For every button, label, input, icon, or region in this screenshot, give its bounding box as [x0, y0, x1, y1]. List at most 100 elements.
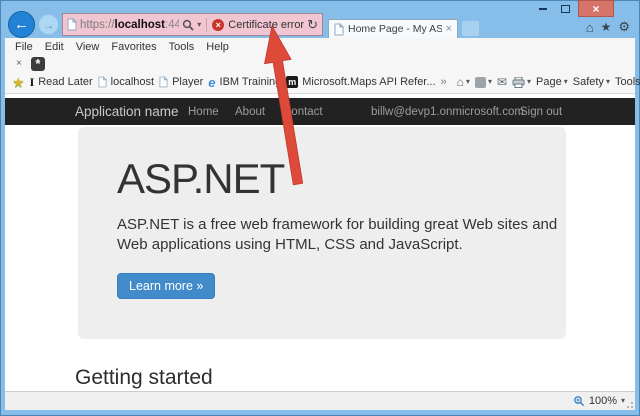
- favorite-label: Read Later: [38, 76, 92, 88]
- search-dropdown-caret-icon[interactable]: ▾: [197, 21, 201, 29]
- url-host: localhost: [115, 19, 165, 31]
- menu-file[interactable]: File: [15, 41, 33, 53]
- search-icon[interactable]: [182, 19, 194, 31]
- certificate-error-icon: ×: [212, 19, 224, 31]
- user-email-link[interactable]: billw@devp1.onmicrosoft.com: [371, 106, 524, 118]
- site-navbar: Application name Home About Contact bill…: [5, 98, 635, 125]
- menu-bar: File Edit View Favorites Tools Help: [5, 38, 635, 56]
- menu-view[interactable]: View: [76, 41, 100, 53]
- close-window-button[interactable]: ×: [578, 0, 614, 17]
- tab-favicon-icon: [334, 23, 344, 36]
- close-icon: ×: [592, 2, 599, 16]
- certificate-error-button[interactable]: × Certificate error: [212, 19, 304, 31]
- jumbotron-description: ASP.NET is a free web framework for buil…: [117, 215, 569, 255]
- toolbar-close-icon[interactable]: ×: [16, 59, 22, 69]
- page-icon: [98, 76, 107, 88]
- menu-favorites[interactable]: Favorites: [111, 41, 156, 53]
- window-frame: ← → https://localhost:44308/ ▾ ×: [0, 0, 640, 416]
- home-command[interactable]: ⌂ ▾: [457, 76, 470, 88]
- ie-browser-window: ← → https://localhost:44308/ ▾ ×: [0, 0, 640, 416]
- refresh-icon[interactable]: ↻: [307, 18, 318, 31]
- bing-maps-icon: m: [286, 76, 298, 88]
- address-bar-divider: [206, 18, 207, 32]
- printer-icon: [512, 77, 525, 88]
- read-mail-command[interactable]: ✉: [497, 76, 507, 88]
- zoom-dropdown-caret-icon[interactable]: ▾: [621, 397, 625, 405]
- instapaper-icon: I: [30, 75, 35, 90]
- tab-title: Home Page - My ASP.NET ...: [348, 23, 442, 35]
- learn-more-button[interactable]: Learn more »: [117, 273, 215, 299]
- home-icon[interactable]: ⌂: [586, 20, 594, 35]
- caret-icon: ▾: [466, 78, 470, 86]
- menu-tools[interactable]: Tools: [169, 41, 195, 53]
- quick-access-icons: ⌂ ★ ⚙: [586, 19, 630, 35]
- favorites-bar: ★ I Read Later localhost Player e IBM Tr…: [5, 71, 635, 94]
- new-tab-button[interactable]: [462, 21, 479, 36]
- page-favicon-icon: [67, 18, 77, 31]
- page-menu-button[interactable]: Page ▾: [536, 76, 568, 88]
- back-icon: ←: [14, 16, 29, 33]
- favorite-label: localhost: [111, 76, 154, 88]
- favorite-label: IBM Training: [220, 76, 282, 88]
- page-icon: [159, 76, 168, 88]
- safety-menu-label: Safety: [573, 76, 604, 88]
- safety-menu-button[interactable]: Safety ▾: [573, 76, 610, 88]
- page-menu-label: Page: [536, 76, 562, 88]
- caret-icon: ▾: [606, 78, 610, 86]
- favorite-bing-maps[interactable]: m Microsoft.Maps API Refer...: [286, 76, 435, 88]
- getting-started-heading: Getting started: [75, 366, 213, 390]
- favorite-localhost[interactable]: localhost: [98, 76, 154, 88]
- favorite-label: Microsoft.Maps API Refer...: [302, 76, 435, 88]
- zoom-icon: [573, 395, 585, 407]
- jumbotron: ASP.NET ASP.NET is a free web framework …: [78, 127, 566, 339]
- forward-icon: →: [43, 18, 55, 32]
- resize-grip[interactable]: [631, 406, 633, 408]
- caret-icon: ▾: [564, 78, 568, 86]
- nav-link-contact[interactable]: Contact: [283, 106, 323, 118]
- feeds-command[interactable]: ▾: [475, 77, 492, 88]
- client-area: File Edit View Favorites Tools Help × * …: [5, 38, 635, 410]
- minimize-icon: [539, 8, 547, 10]
- url-text[interactable]: https://localhost:44308/: [80, 19, 179, 31]
- maximize-icon: [561, 5, 570, 13]
- nav-link-home[interactable]: Home: [188, 106, 219, 118]
- ie-icon: e: [208, 76, 215, 89]
- favorite-label: Player: [172, 76, 203, 88]
- status-bar: 100% ▾: [5, 391, 635, 410]
- menu-edit[interactable]: Edit: [45, 41, 64, 53]
- url-port-path: :44308/: [165, 19, 179, 31]
- minimize-button[interactable]: [534, 0, 552, 17]
- favorite-read-later[interactable]: I Read Later: [30, 75, 93, 90]
- browser-tab[interactable]: Home Page - My ASP.NET ... ×: [328, 19, 458, 38]
- tools-menu-label: Tools: [615, 76, 640, 88]
- sign-out-link[interactable]: Sign out: [520, 106, 562, 118]
- nav-link-about[interactable]: About: [235, 106, 265, 118]
- maximize-button[interactable]: [556, 0, 574, 17]
- zoom-level[interactable]: 100%: [589, 395, 617, 407]
- mail-icon: ✉: [497, 76, 507, 88]
- title-bar: ← → https://localhost:44308/ ▾ ×: [0, 0, 640, 38]
- address-bar[interactable]: https://localhost:44308/ ▾ × Certificate…: [62, 13, 323, 36]
- page-viewport: Application name Home About Contact bill…: [5, 94, 635, 391]
- home-icon: ⌂: [457, 76, 464, 88]
- settings-gear-icon[interactable]: ⚙: [618, 19, 630, 35]
- url-scheme: https://: [80, 19, 115, 31]
- print-command[interactable]: ▾: [512, 77, 531, 88]
- certificate-error-label: Certificate error: [228, 19, 304, 31]
- favorite-ibm-training[interactable]: e IBM Training: [208, 76, 281, 89]
- favorite-player[interactable]: Player: [159, 76, 203, 88]
- back-button[interactable]: ←: [8, 11, 35, 38]
- forward-button[interactable]: →: [38, 14, 59, 35]
- addon-toolbar: × *: [5, 56, 635, 71]
- snipping-addon-icon[interactable]: *: [31, 57, 45, 71]
- jumbotron-heading: ASP.NET: [117, 155, 284, 203]
- caret-icon: ▾: [527, 78, 531, 86]
- add-favorite-star-icon[interactable]: ★: [12, 75, 25, 89]
- site-brand-link[interactable]: Application name: [75, 104, 179, 119]
- tools-menu-button[interactable]: Tools ▾: [615, 76, 640, 88]
- menu-help[interactable]: Help: [206, 41, 229, 53]
- tab-close-icon[interactable]: ×: [446, 23, 452, 35]
- favorites-star-icon[interactable]: ★: [601, 20, 612, 34]
- favorites-overflow-chevron-icon[interactable]: »: [441, 76, 447, 88]
- rss-icon: [475, 77, 486, 88]
